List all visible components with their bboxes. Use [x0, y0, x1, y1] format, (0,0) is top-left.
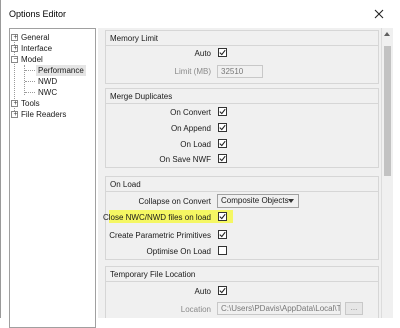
- limit-label: Limit (MB): [174, 67, 211, 76]
- on-convert-checkbox[interactable]: [218, 107, 227, 116]
- location-input[interactable]: C:\Users\PDavis\AppData\Local\Te: [217, 302, 341, 315]
- tree-item-label: Interface: [21, 44, 53, 53]
- limit-input[interactable]: 32510: [217, 65, 263, 78]
- on-save-nwf-label: On Save NWF: [159, 155, 211, 164]
- check-icon: [219, 213, 226, 220]
- close-button[interactable]: [367, 4, 391, 24]
- browse-button[interactable]: ...: [345, 302, 363, 315]
- on-save-nwf-checkbox[interactable]: [218, 154, 227, 163]
- temp-auto-label: Auto: [194, 287, 211, 296]
- collapse-on-convert-select[interactable]: Composite Objects: [217, 194, 299, 208]
- collapse-icon[interactable]: −: [11, 56, 18, 63]
- collapse-on-convert-value: Composite Objects: [221, 196, 289, 205]
- group-title: Merge Duplicates: [110, 92, 173, 101]
- check-icon: [219, 124, 226, 131]
- on-convert-label: On Convert: [170, 108, 211, 117]
- scroll-thumb[interactable]: [384, 46, 391, 176]
- chevron-down-icon: [288, 199, 294, 203]
- group-title: On Load: [110, 180, 141, 189]
- options-tree: + General + Interface − Model Performanc…: [9, 28, 96, 328]
- check-icon: [219, 49, 226, 56]
- close-files-on-load-label: Close NWC/NWD files on load: [102, 213, 211, 222]
- close-files-on-load-checkbox[interactable]: [218, 212, 227, 221]
- window-title: Options Editor: [9, 9, 67, 19]
- temp-auto-checkbox[interactable]: [218, 286, 227, 295]
- tree-item-label: NWC: [38, 88, 58, 97]
- expand-icon[interactable]: +: [11, 100, 18, 107]
- check-icon: [219, 140, 226, 147]
- check-icon: [219, 155, 226, 162]
- expand-icon[interactable]: +: [11, 111, 18, 118]
- tree-item-label: Performance: [36, 65, 86, 76]
- check-icon: [219, 231, 226, 238]
- on-load-label: On Load: [180, 140, 211, 149]
- tree-item-label: File Readers: [21, 110, 67, 119]
- optimise-on-load-label: Optimise On Load: [146, 247, 211, 256]
- create-parametric-primitives-label: Create Parametric Primitives: [109, 231, 211, 240]
- optimise-on-load-checkbox[interactable]: [218, 246, 227, 255]
- group-title: Temporary File Location: [110, 270, 196, 279]
- close-icon: [374, 9, 384, 19]
- expand-icon[interactable]: +: [11, 34, 18, 41]
- auto-checkbox[interactable]: [218, 48, 227, 57]
- auto-label: Auto: [194, 49, 211, 58]
- check-icon: [219, 108, 226, 115]
- tree-item-label: Tools: [21, 99, 40, 108]
- group-header: Merge Duplicates: [106, 89, 378, 104]
- check-icon: [219, 287, 226, 294]
- on-append-label: On Append: [170, 124, 211, 133]
- group-title: Memory Limit: [110, 34, 159, 43]
- title-bar: Options Editor: [1, 0, 400, 28]
- group-header: Memory Limit: [106, 31, 378, 46]
- expand-icon[interactable]: +: [11, 45, 18, 52]
- on-append-checkbox[interactable]: [218, 123, 227, 132]
- create-parametric-primitives-checkbox[interactable]: [218, 230, 227, 239]
- tree-item-label: NWD: [38, 77, 58, 86]
- scroll-up-icon[interactable]: [384, 32, 390, 36]
- options-editor-window: Options Editor + General + Interface − M…: [0, 0, 400, 328]
- group-header: On Load: [106, 177, 378, 192]
- vertical-scrollbar[interactable]: [381, 28, 393, 318]
- on-load-checkbox[interactable]: [218, 139, 227, 148]
- location-label: Location: [180, 305, 211, 314]
- tree-item-label: General: [21, 33, 50, 42]
- group-header: Temporary File Location: [106, 267, 378, 282]
- collapse-on-convert-label: Collapse on Convert: [138, 197, 211, 206]
- tree-item-label: Model: [21, 55, 43, 64]
